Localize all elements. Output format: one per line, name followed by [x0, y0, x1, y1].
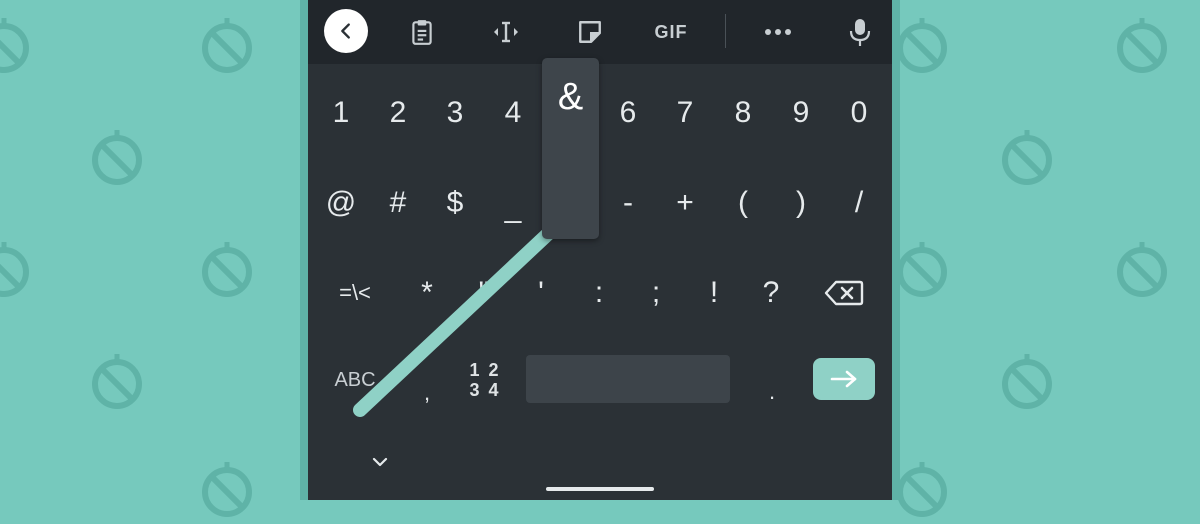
- key-slash[interactable]: /: [830, 173, 888, 233]
- key-left-paren[interactable]: (: [714, 173, 772, 233]
- space-bar[interactable]: [526, 355, 730, 403]
- more-horizontal-icon: [765, 29, 791, 35]
- key-2[interactable]: 2: [369, 83, 427, 143]
- android-mascot-icon: [1002, 354, 1052, 409]
- key-at[interactable]: @: [312, 173, 370, 233]
- abc-key[interactable]: ABC: [320, 350, 390, 410]
- key-minus[interactable]: -: [599, 173, 657, 233]
- key-asterisk[interactable]: *: [398, 263, 456, 323]
- key-period[interactable]: .: [743, 362, 801, 422]
- backspace-key[interactable]: [814, 268, 874, 318]
- arrow-right-icon: [830, 370, 857, 388]
- key-double-quote[interactable]: ": [455, 263, 513, 323]
- chevron-left-icon: [341, 23, 350, 39]
- android-mascot-icon: [202, 18, 252, 73]
- android-mascot-icon: [1117, 18, 1167, 73]
- clipboard-button[interactable]: [396, 8, 448, 56]
- key-comma[interactable]: ,: [398, 363, 456, 423]
- key-preview-popup: &: [542, 58, 599, 239]
- key-8[interactable]: 8: [714, 83, 772, 143]
- keyboard-toolbar: GIF: [308, 0, 892, 64]
- key-6[interactable]: 6: [599, 83, 657, 143]
- key-single-quote[interactable]: ': [512, 263, 570, 323]
- android-mascot-icon: [0, 242, 29, 297]
- backspace-icon: [824, 280, 864, 306]
- more-button[interactable]: [752, 8, 804, 56]
- numpad-label-top: 1 2: [469, 360, 501, 380]
- popup-char: &: [557, 76, 584, 118]
- android-mascot-icon: [0, 18, 29, 73]
- key-right-paren[interactable]: ): [772, 173, 830, 233]
- key-1[interactable]: 1: [312, 83, 370, 143]
- key-hash[interactable]: #: [369, 173, 427, 233]
- key-7[interactable]: 7: [656, 83, 714, 143]
- home-indicator[interactable]: [546, 487, 654, 491]
- sticker-button[interactable]: [564, 8, 616, 56]
- android-mascot-icon: [92, 130, 142, 185]
- android-mascot-icon: [202, 242, 252, 297]
- toolbar-back-button[interactable]: [324, 9, 368, 53]
- android-mascot-icon: [1002, 130, 1052, 185]
- text-editing-button[interactable]: [480, 8, 532, 56]
- chevron-down-icon: [372, 457, 388, 467]
- sticker-icon: [579, 21, 601, 43]
- key-plus[interactable]: +: [656, 173, 714, 233]
- key-question[interactable]: ?: [742, 263, 800, 323]
- key-exclamation[interactable]: !: [685, 263, 743, 323]
- microphone-icon: [849, 19, 871, 46]
- enter-key[interactable]: [813, 358, 875, 400]
- key-colon[interactable]: :: [570, 263, 628, 323]
- toolbar-divider: [725, 14, 726, 48]
- keyboard: GIF 1 2 3 4 5 6 7 8 9 0 @ # $ _ & - + (: [308, 0, 892, 500]
- numpad-label-bottom: 3 4: [469, 380, 501, 400]
- key-more-symbols[interactable]: =\<: [320, 263, 390, 323]
- key-9[interactable]: 9: [772, 83, 830, 143]
- collapse-keyboard-button[interactable]: [363, 445, 397, 479]
- key-semicolon[interactable]: ;: [627, 263, 685, 323]
- key-4[interactable]: 4: [484, 83, 542, 143]
- text-cursor-icon: [494, 21, 518, 43]
- clipboard-icon: [412, 20, 432, 45]
- voice-input-button[interactable]: [834, 8, 886, 56]
- key-dollar[interactable]: $: [426, 173, 484, 233]
- gif-button[interactable]: GIF: [645, 8, 697, 56]
- key-underscore[interactable]: _: [484, 178, 542, 238]
- gif-label: GIF: [654, 21, 688, 42]
- key-3[interactable]: 3: [426, 83, 484, 143]
- numpad-key[interactable]: 1 2 3 4: [456, 350, 514, 410]
- swipe-trail: [353, 225, 557, 417]
- android-mascot-icon: [202, 462, 252, 517]
- android-mascot-icon: [92, 354, 142, 409]
- key-0[interactable]: 0: [830, 83, 888, 143]
- android-mascot-icon: [1117, 242, 1167, 297]
